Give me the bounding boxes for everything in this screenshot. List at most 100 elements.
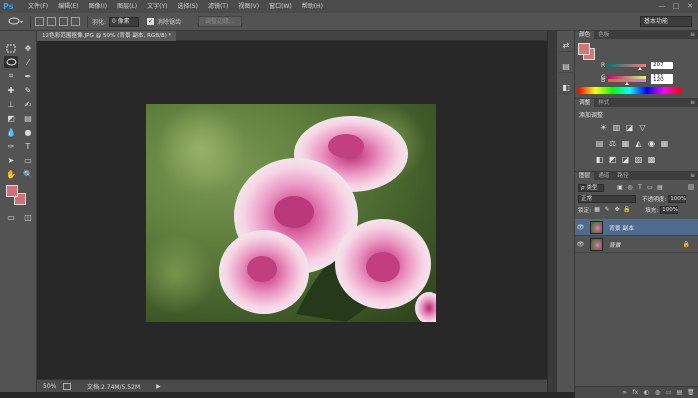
selective-color-icon[interactable]: ▩ <box>647 155 656 164</box>
exposure-icon[interactable]: ◪ <box>625 123 634 132</box>
channel-mixer-icon[interactable]: ◉ <box>647 139 656 148</box>
fill-input[interactable]: 100% <box>660 205 679 214</box>
foreground-color-swatch[interactable] <box>6 185 18 197</box>
tab-paths[interactable]: 路径 <box>613 172 632 180</box>
layer-style-icon[interactable]: fx <box>632 389 639 396</box>
tab-layers[interactable]: 图层 <box>575 172 595 180</box>
pen-tool-icon[interactable]: ✑ <box>4 140 18 152</box>
tab-styles[interactable]: 样式 <box>594 99 613 107</box>
vibrance-icon[interactable]: ▽ <box>638 123 647 132</box>
add-mask-icon[interactable]: ◐ <box>643 389 650 396</box>
close-button[interactable]: ✕ <box>684 1 696 11</box>
menu-type[interactable]: 文字(Y) <box>142 0 172 13</box>
black-white-icon[interactable]: ▦ <box>621 139 630 148</box>
lasso-tool-preset-icon[interactable] <box>6 16 26 28</box>
blue-value-input[interactable]: 120 <box>651 76 673 84</box>
menu-window[interactable]: 窗口(W) <box>264 0 297 13</box>
maximize-button[interactable]: □ <box>670 1 682 11</box>
panel-collapse-strip[interactable] <box>547 31 557 392</box>
layer-name[interactable]: 背景 <box>609 240 621 249</box>
new-group-icon[interactable]: ▭ <box>665 389 672 396</box>
layer-filter-select[interactable]: ρ 类型 <box>578 183 604 192</box>
menu-view[interactable]: 视图(V) <box>233 0 264 13</box>
color-swatches[interactable] <box>6 185 28 207</box>
type-tool-icon[interactable]: T <box>21 140 35 152</box>
panel-menu-icon[interactable]: ≡ <box>690 172 695 180</box>
layer-name[interactable]: 背景 副本 <box>609 223 634 232</box>
workspace-select[interactable]: 基本功能 <box>640 16 692 27</box>
minimize-button[interactable]: — <box>656 1 668 11</box>
threshold-icon[interactable]: ◪ <box>621 155 630 164</box>
levels-icon[interactable]: ▥ <box>612 123 621 132</box>
filter-toggle-icon[interactable] <box>688 184 694 190</box>
hand-tool-icon[interactable]: ✋ <box>4 168 18 180</box>
document-tab[interactable]: 12色彩范围抠像.JPG @ 50% (背景 副本, RGB/8) * <box>37 31 177 41</box>
red-slider[interactable] <box>608 63 646 70</box>
visibility-eye-icon[interactable]: 👁 <box>575 241 586 248</box>
dodge-tool-icon[interactable]: ● <box>21 126 35 138</box>
zoom-level[interactable]: 50% <box>37 383 59 390</box>
flower-photo[interactable] <box>146 104 436 322</box>
rectangle-tool-icon[interactable]: ▭ <box>21 154 35 166</box>
eraser-tool-icon[interactable]: ◩ <box>4 112 18 124</box>
menu-file[interactable]: 文件(F) <box>23 0 53 13</box>
invert-icon[interactable]: ◧ <box>595 155 604 164</box>
new-selection-icon[interactable] <box>35 17 44 26</box>
color-spectrum-ramp[interactable] <box>578 87 681 94</box>
marquee-tool-icon[interactable] <box>4 42 18 54</box>
panel-menu-icon[interactable]: ≡ <box>690 31 695 39</box>
feather-input[interactable]: 0 像素 <box>109 16 140 27</box>
blue-slider-thumb[interactable] <box>625 81 629 85</box>
red-value-input[interactable]: 207 <box>651 61 673 69</box>
new-layer-icon[interactable]: ▤ <box>676 389 683 396</box>
move-tool-icon[interactable]: ✥ <box>21 42 35 54</box>
clone-stamp-tool-icon[interactable]: ⊥ <box>4 98 18 110</box>
new-adjustment-layer-icon[interactable]: ◍ <box>654 389 661 396</box>
menu-layer[interactable]: 图层(L) <box>112 0 142 13</box>
posterize-icon[interactable]: ◩ <box>608 155 617 164</box>
document-info-icon[interactable] <box>63 382 71 390</box>
smart-object-filter-icon[interactable]: ▤ <box>656 184 664 192</box>
screen-mode-icon[interactable]: ◫ <box>21 211 35 223</box>
tab-adjustments[interactable]: 调整 <box>575 99 595 107</box>
color-balance-icon[interactable]: ⚖ <box>608 139 617 148</box>
color-panel-foreground-swatch[interactable] <box>578 43 590 55</box>
brush-tool-icon[interactable]: ✎ <box>21 84 35 96</box>
subtract-selection-icon[interactable] <box>59 17 68 26</box>
refine-edge-button[interactable]: 调整边缘... <box>198 16 242 27</box>
history-brush-tool-icon[interactable]: ✍ <box>21 98 35 110</box>
panel-menu-icon[interactable]: ≡ <box>690 99 695 107</box>
tab-color[interactable]: 颜色 <box>575 31 595 39</box>
lock-position-icon[interactable]: ✥ <box>613 206 621 214</box>
visibility-eye-icon[interactable]: 👁 <box>575 224 586 231</box>
magic-wand-tool-icon[interactable]: ⁄ <box>21 56 35 68</box>
adjustment-filter-icon[interactable]: ◎ <box>626 184 634 192</box>
lock-transparent-icon[interactable]: ▦ <box>593 206 601 214</box>
history-panel-icon[interactable]: ⇄ <box>559 39 573 52</box>
opacity-input[interactable]: 100% <box>668 194 687 203</box>
delete-layer-icon[interactable]: 🗑 <box>687 389 695 396</box>
blue-slider[interactable] <box>608 78 646 85</box>
menu-select[interactable]: 选择(S) <box>172 0 203 13</box>
properties-panel-icon[interactable]: ▤ <box>559 60 573 73</box>
photo-filter-icon[interactable]: ◭ <box>634 139 643 148</box>
lock-image-icon[interactable]: ✎ <box>603 206 611 214</box>
eyedropper-tool-icon[interactable]: ✒ <box>21 70 35 82</box>
add-selection-icon[interactable] <box>47 17 56 26</box>
menu-filter[interactable]: 滤镜(T) <box>203 0 233 13</box>
character-panel-icon[interactable]: ◧ <box>559 81 573 94</box>
blur-tool-icon[interactable]: 💧 <box>4 126 18 138</box>
tab-channels[interactable]: 通道 <box>594 172 613 180</box>
blend-mode-select[interactable]: 正常 <box>578 194 636 203</box>
pixel-filter-icon[interactable]: ▣ <box>616 184 624 192</box>
lasso-tool-icon[interactable] <box>4 56 18 68</box>
menu-image[interactable]: 图像(I) <box>84 0 112 13</box>
type-filter-icon[interactable]: T <box>636 184 644 192</box>
crop-tool-icon[interactable]: ⌗ <box>4 70 18 82</box>
spot-healing-tool-icon[interactable]: ✚ <box>4 84 18 96</box>
hue-saturation-icon[interactable]: ▤ <box>595 139 604 148</box>
gradient-map-icon[interactable]: ▨ <box>634 155 643 164</box>
antialias-checkbox[interactable]: ✓ <box>147 18 155 25</box>
layer-row-background[interactable]: 👁 背景 🔒 <box>575 236 698 253</box>
color-lookup-icon[interactable]: ▦ <box>660 139 669 148</box>
